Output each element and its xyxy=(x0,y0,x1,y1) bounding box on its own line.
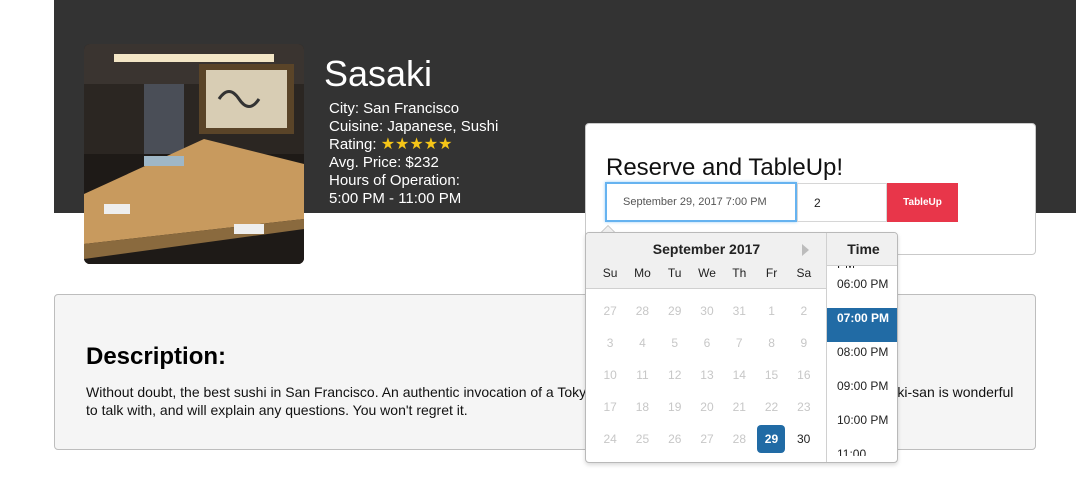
time-option[interactable]: 11:00 xyxy=(827,444,897,456)
restaurant-name: Sasaki xyxy=(324,53,433,94)
calendar: September 2017 Su Mo Tu We Th Fr Sa 27 2… xyxy=(586,233,827,462)
calendar-day-disabled: 12 xyxy=(668,368,682,382)
calendar-day-disabled: 25 xyxy=(635,432,650,446)
time-option[interactable]: 09:00 PM xyxy=(827,376,897,410)
description-title: Description: xyxy=(86,343,227,370)
city-text: City: San Francisco xyxy=(329,100,460,117)
restaurant-interior-image xyxy=(84,44,304,264)
weekday-label: Mo xyxy=(634,266,651,280)
cuisine-text: Cuisine: Japanese, Sushi xyxy=(329,118,499,135)
calendar-week: 10 11 12 13 14 15 16 xyxy=(594,361,820,393)
calendar-week: 3 4 5 6 7 8 9 xyxy=(594,329,820,361)
time-list-scroll: PM 06:00 PM 07:00 PM 08:00 PM 09:00 PM 1… xyxy=(827,266,897,456)
calendar-day-disabled: 26 xyxy=(668,432,682,446)
weekday-label: Th xyxy=(732,266,747,280)
calendar-day-disabled: 22 xyxy=(764,400,779,414)
restaurant-info: City: San Francisco Cuisine: Japanese, S… xyxy=(329,100,498,208)
time-option-selected[interactable]: 07:00 PM xyxy=(827,308,897,342)
hours-text: 5:00 PM - 11:00 PM xyxy=(329,190,462,207)
reservation-datetime-input[interactable] xyxy=(605,182,797,222)
calendar-day-disabled: 20 xyxy=(700,400,714,414)
calendar-day-disabled: 17 xyxy=(603,400,617,414)
rating-row: Rating: ★★★★★ xyxy=(329,136,498,154)
restaurant-page: Sasaki City: San Francisco Cuisine: Japa… xyxy=(0,0,1076,486)
calendar-day-disabled: 10 xyxy=(603,368,617,382)
time-column: Time PM 06:00 PM 07:00 PM 08:00 PM 09:00… xyxy=(826,233,897,462)
calendar-day-disabled: 8 xyxy=(768,336,775,350)
avg-price-text: Avg. Price: $232 xyxy=(329,154,439,171)
party-size-input[interactable] xyxy=(797,183,887,222)
calendar-week: 27 28 29 30 31 1 2 xyxy=(594,297,820,329)
calendar-day-disabled: 11 xyxy=(636,368,649,382)
calendar-day-disabled: 14 xyxy=(732,368,746,382)
calendar-day[interactable]: 30 xyxy=(787,425,819,453)
reserve-title: Reserve and TableUp! xyxy=(606,154,844,181)
calendar-day-disabled: 18 xyxy=(635,400,650,414)
calendar-month-title: September 2017 xyxy=(652,241,761,257)
calendar-day-disabled: 21 xyxy=(732,400,746,414)
calendar-day-disabled: 23 xyxy=(797,400,811,414)
datepicker-popup: September 2017 Su Mo Tu We Th Fr Sa 27 2… xyxy=(585,232,898,463)
calendar-day-outside: 28 xyxy=(635,304,650,318)
rating-label: Rating: xyxy=(329,136,377,153)
weekday-label: Sa xyxy=(796,266,812,280)
calendar-day-disabled: 27 xyxy=(700,432,714,446)
calendar-header: September 2017 Su Mo Tu We Th Fr Sa xyxy=(586,233,827,289)
calendar-day-disabled: 5 xyxy=(671,336,679,350)
calendar-week: 17 18 19 20 21 22 23 xyxy=(594,393,820,425)
calendar-day-disabled: 6 xyxy=(703,336,711,350)
hours-label: Hours of Operation: xyxy=(329,172,460,189)
calendar-day-disabled: 3 xyxy=(606,336,614,350)
calendar-day-disabled: 4 xyxy=(639,336,646,350)
time-option[interactable]: 06:00 PM xyxy=(827,274,897,308)
calendar-week: 24 25 26 27 28 29 30 xyxy=(594,425,820,457)
restaurant-photo xyxy=(84,44,304,264)
time-header: Time xyxy=(827,233,897,266)
tableup-button[interactable]: TableUp xyxy=(887,183,958,222)
calendar-day-disabled: 2 xyxy=(800,304,808,318)
time-option[interactable]: 10:00 PM xyxy=(827,410,897,444)
next-month-icon[interactable] xyxy=(802,244,809,256)
calendar-day-disabled: 13 xyxy=(700,368,714,382)
calendar-day-disabled: 7 xyxy=(735,336,743,350)
time-list[interactable]: PM 06:00 PM 07:00 PM 08:00 PM 09:00 PM 1… xyxy=(827,266,897,456)
calendar-day-disabled: 28 xyxy=(732,432,747,446)
calendar-day-outside: 29 xyxy=(668,304,682,318)
calendar-day-disabled: 24 xyxy=(603,432,617,446)
time-option[interactable]: 08:00 PM xyxy=(827,342,897,376)
calendar-day-disabled: 19 xyxy=(668,400,682,414)
weekday-row: Su Mo Tu We Th Fr Sa xyxy=(594,266,820,282)
weekday-label: Fr xyxy=(765,266,778,280)
weekday-label: We xyxy=(698,266,716,280)
calendar-grid: 27 28 29 30 31 1 2 3 4 5 6 7 8 9 10 11 1… xyxy=(594,297,820,457)
weekday-label: Su xyxy=(602,266,618,280)
calendar-day-outside: 30 xyxy=(700,304,714,318)
rating-stars-icon: ★★★★★ xyxy=(380,136,453,153)
calendar-day-outside: 31 xyxy=(732,304,746,318)
calendar-day-outside: 27 xyxy=(603,304,617,318)
calendar-day-disabled: 16 xyxy=(797,368,811,382)
calendar-day-disabled: 1 xyxy=(768,304,775,318)
calendar-day-disabled: 15 xyxy=(764,368,779,382)
time-option[interactable]: PM xyxy=(827,266,897,274)
calendar-day-selected[interactable]: 29 xyxy=(757,425,786,453)
weekday-label: Tu xyxy=(667,266,682,280)
calendar-day-disabled: 9 xyxy=(800,336,808,350)
